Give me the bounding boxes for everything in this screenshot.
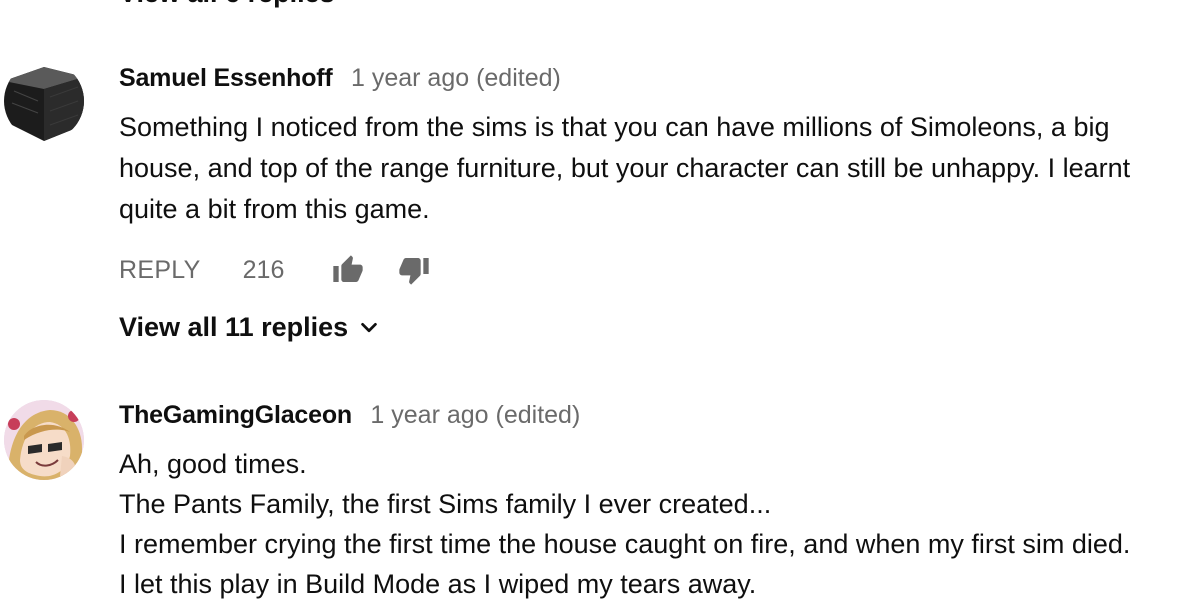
chevron-down-icon xyxy=(358,317,380,339)
comment-text: Something I noticed from the sims is tha… xyxy=(119,107,1199,230)
reply-button[interactable]: REPLY xyxy=(119,256,201,285)
comment-text-line: Something I noticed from the sims is tha… xyxy=(119,112,1110,142)
view-replies-label: View all 11 replies xyxy=(119,312,349,342)
comment-text-line: I let this play in Build Mode as I wiped… xyxy=(119,569,757,599)
like-button[interactable] xyxy=(330,252,366,288)
avatar[interactable] xyxy=(4,400,84,480)
comment-author[interactable]: TheGamingGlaceon xyxy=(119,401,352,429)
comment-text: Ah, good times. The Pants Family, the fi… xyxy=(119,444,1199,604)
anime-character-avatar xyxy=(4,400,84,480)
comment-text-line: Ah, good times. xyxy=(119,449,307,479)
view-replies-button[interactable]: View all 11 replies xyxy=(119,312,380,343)
comment-text-line: The Pants Family, the first Sims family … xyxy=(119,489,772,519)
comment-text-line: quite a bit from this game. xyxy=(119,194,430,224)
comment-header: Samuel Essenhoff 1 year ago (edited) xyxy=(119,64,561,93)
comment-text-line: house, and top of the range furniture, b… xyxy=(119,153,1131,183)
comment-header: TheGamingGlaceon 1 year ago (edited) xyxy=(119,401,580,430)
comment-author[interactable]: Samuel Essenhoff xyxy=(119,64,333,92)
comment-timestamp[interactable]: 1 year ago (edited) xyxy=(370,401,580,429)
comment-timestamp[interactable]: 1 year ago (edited) xyxy=(351,64,561,92)
avatar[interactable] xyxy=(4,61,84,141)
thumbs-down-icon xyxy=(399,258,430,285)
thumbs-up-icon xyxy=(333,255,364,282)
view-replies-link-previous[interactable]: View all 6 replies xyxy=(119,0,335,9)
comment-text-line: I remember crying the first time the hou… xyxy=(119,529,1131,559)
comment-actions: REPLY 216 xyxy=(119,250,432,290)
black-cube-avatar xyxy=(4,61,84,141)
like-count: 216 xyxy=(242,255,285,284)
dislike-button[interactable] xyxy=(396,252,432,288)
